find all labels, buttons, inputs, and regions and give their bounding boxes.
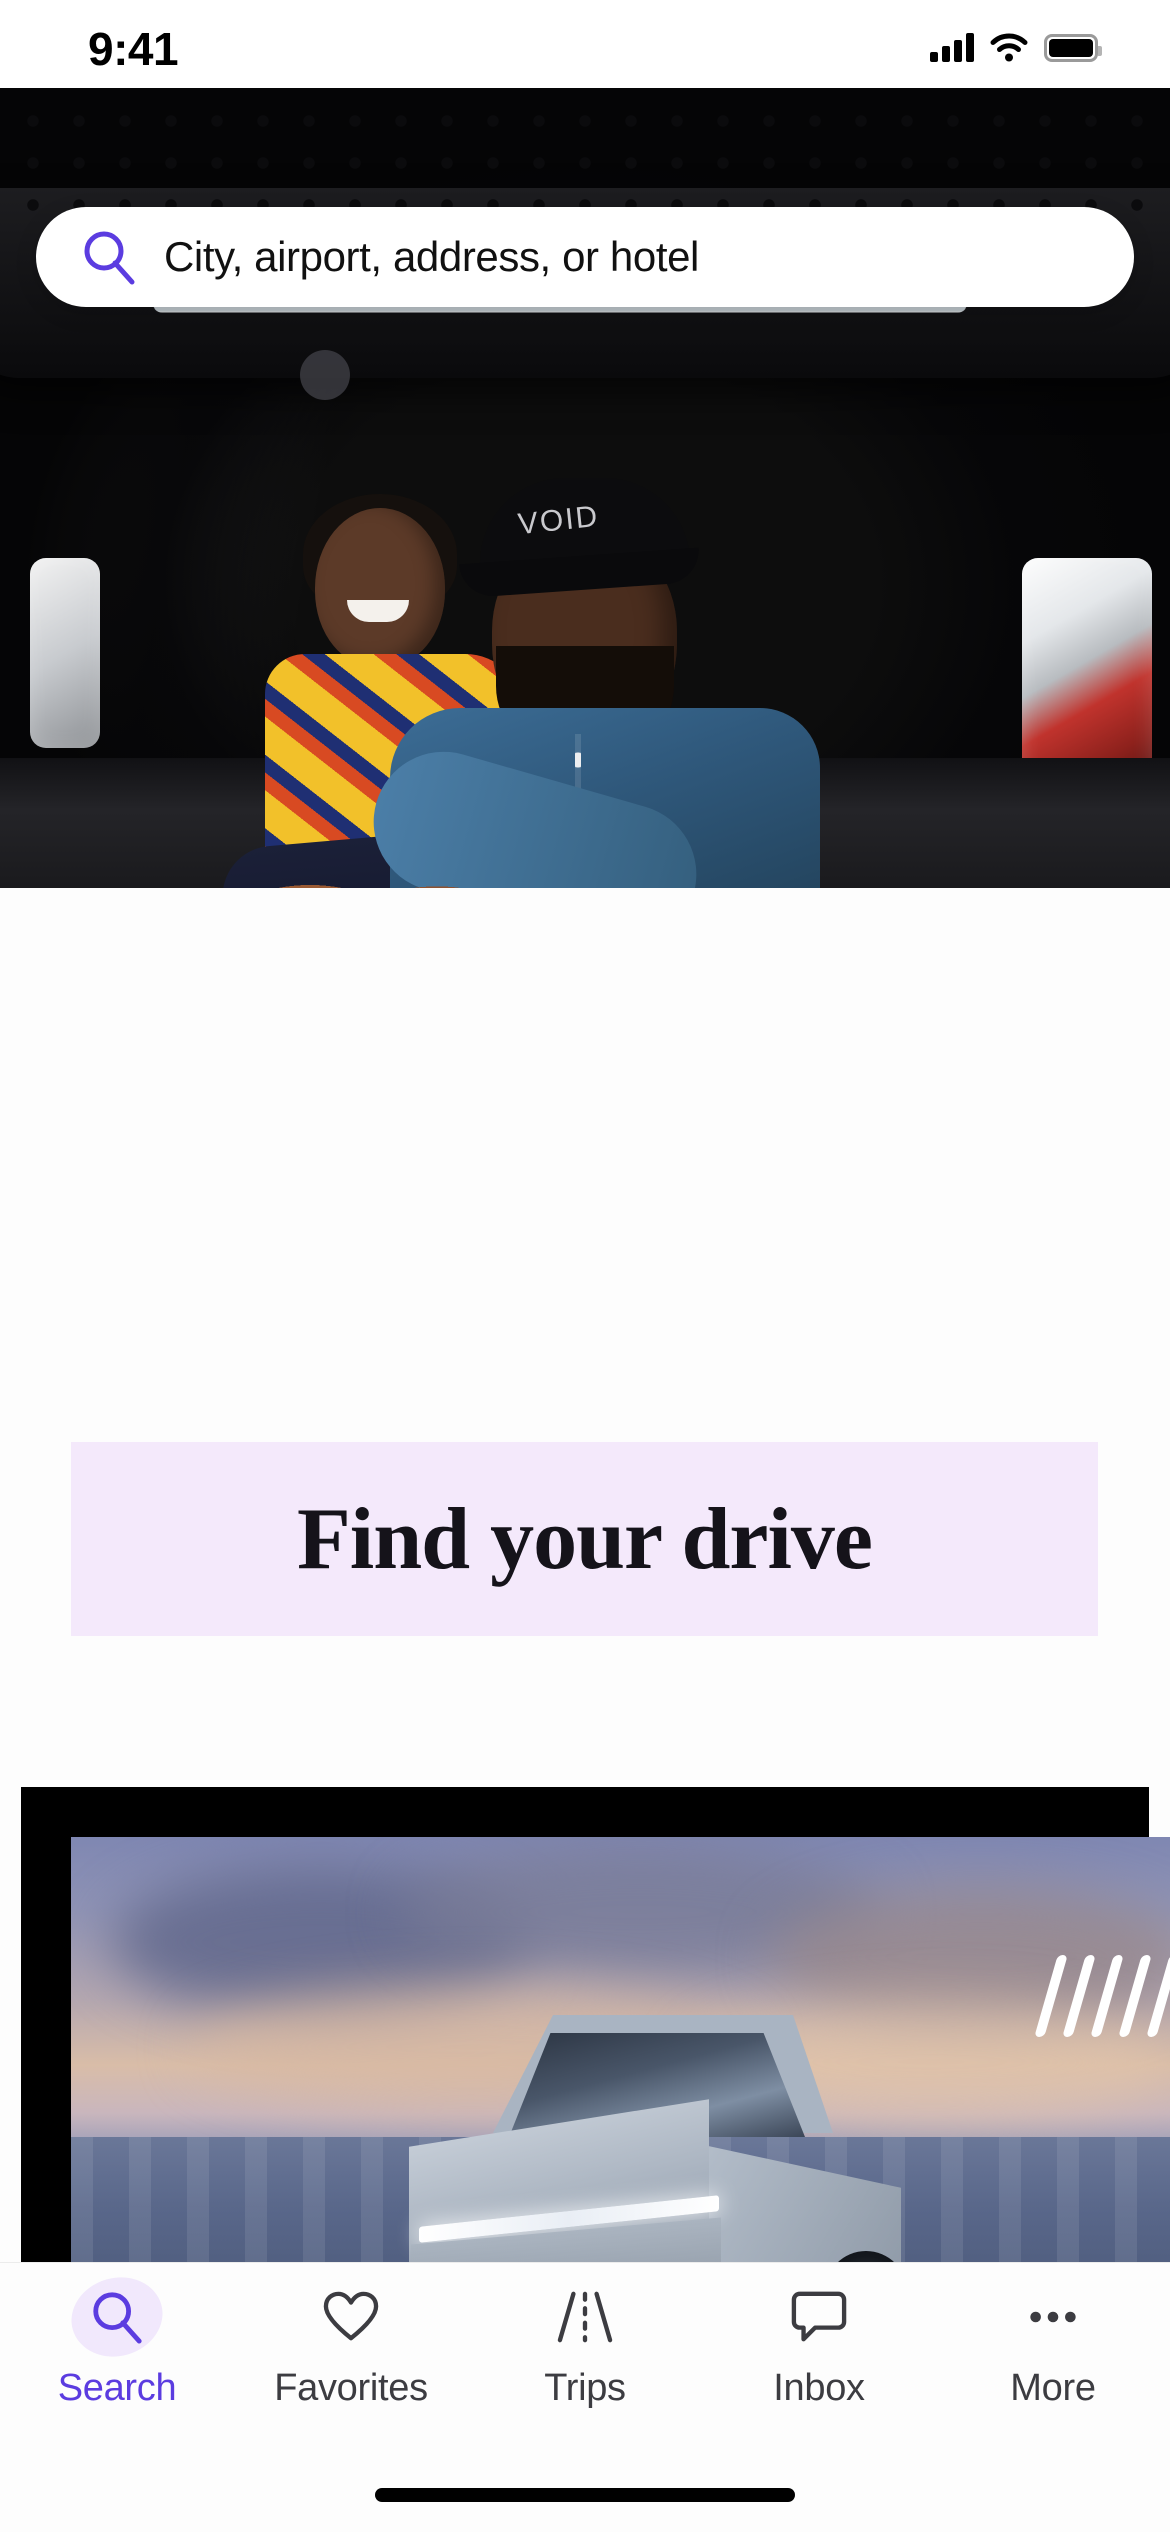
tab-more[interactable]: More — [936, 2281, 1170, 2453]
ellipsis-icon — [1014, 2281, 1092, 2353]
speech-bubble-icon — [780, 2281, 858, 2353]
taillight-right — [1022, 558, 1152, 788]
tab-favorites[interactable]: Favorites — [234, 2281, 468, 2453]
cellular-signal-icon — [930, 32, 974, 62]
taillight-left — [30, 558, 100, 748]
search-bar[interactable] — [36, 207, 1134, 307]
tab-label: More — [1010, 2367, 1096, 2409]
find-your-drive-band: Find your drive — [71, 1442, 1098, 1636]
tab-search[interactable]: Search — [0, 2266, 234, 2453]
dome-light — [300, 350, 350, 400]
tab-inbox[interactable]: Inbox — [702, 2281, 936, 2453]
page-title: Find your drive — [296, 1490, 873, 1588]
woman-head — [315, 508, 445, 668]
person-man: VOID — [357, 478, 820, 888]
brown-shoes — [250, 878, 490, 888]
search-input[interactable] — [164, 233, 1090, 281]
status-bar: 9:41 — [0, 0, 1170, 88]
bottom-navigation-bar: Search Favorites Trips Inbox More — [0, 2262, 1170, 2532]
tab-label: Favorites — [274, 2367, 428, 2409]
battery-icon — [1044, 34, 1102, 62]
search-icon — [80, 228, 138, 286]
tab-label: Search — [57, 2367, 177, 2409]
heart-icon — [312, 2281, 390, 2353]
road-icon — [546, 2281, 624, 2353]
diagonal-slash-marks — [1034, 1955, 1170, 2037]
status-bar-time: 9:41 — [88, 23, 179, 75]
tab-label: Inbox — [773, 2367, 865, 2409]
tab-trips[interactable]: Trips — [468, 2281, 702, 2453]
tab-label: Trips — [544, 2367, 626, 2409]
home-indicator — [375, 2488, 795, 2502]
status-bar-icons — [930, 28, 1102, 62]
wifi-icon — [990, 32, 1028, 62]
search-icon — [62, 2266, 172, 2368]
